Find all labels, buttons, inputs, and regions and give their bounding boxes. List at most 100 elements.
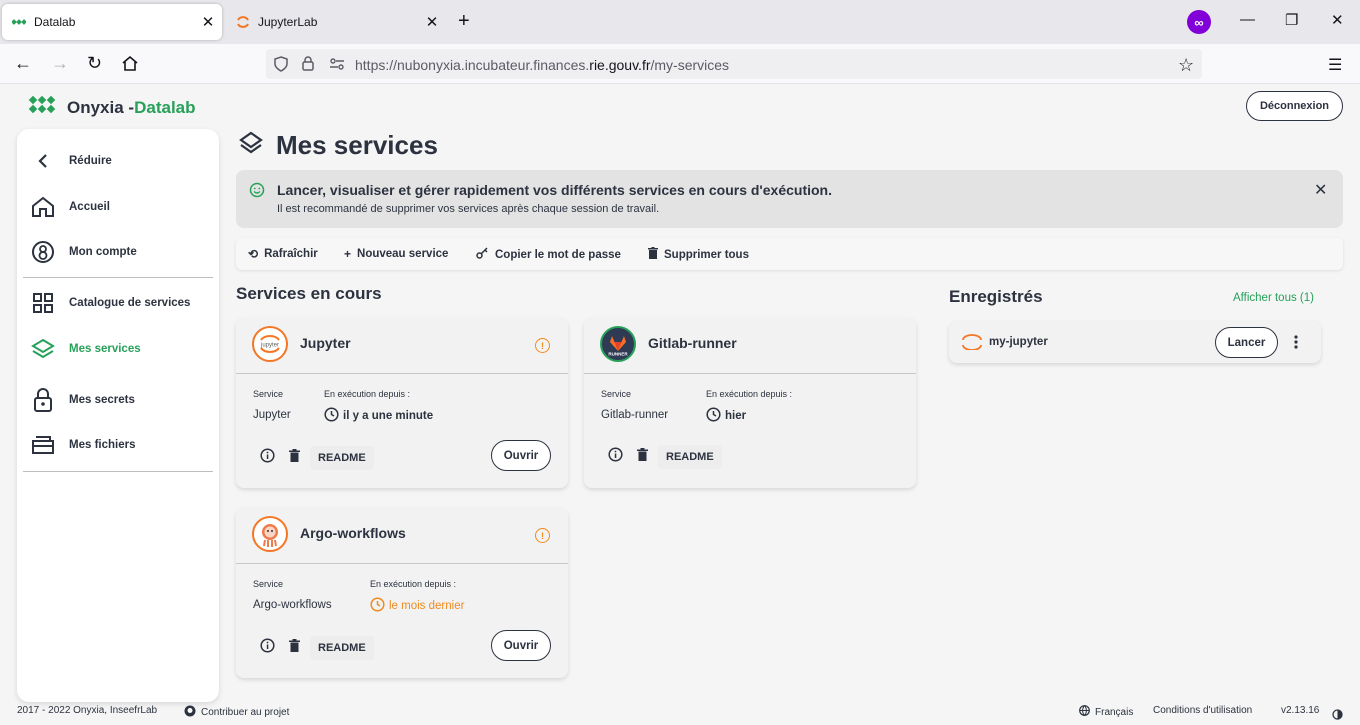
back-icon[interactable]: ← [14,53,32,74]
launch-button[interactable]: Lancer [1215,327,1278,358]
sidebar-item-my-services[interactable]: Mes services [31,334,141,364]
tab-label: Datalab [34,15,76,29]
globe-icon [1079,705,1090,719]
close-window-icon[interactable]: ✕ [1331,11,1344,29]
bookmark-star-icon[interactable]: ☆ [1178,55,1194,76]
close-tab-icon[interactable]: ✕ [418,13,446,31]
jupyter-logo-icon [961,334,983,355]
language-selector[interactable]: Français [1079,705,1133,719]
account-icon [31,240,55,264]
key-icon [476,247,489,262]
folder-icon [31,433,55,457]
tab-label: JupyterLab [258,15,318,29]
url-text[interactable]: https://nubonyxia.incubateur.finances.ri… [355,57,729,73]
github-icon [184,705,196,720]
close-banner-icon[interactable]: ✕ [1314,180,1327,200]
home-browser-icon[interactable] [121,55,139,77]
service-value: Gitlab-runner [601,409,669,421]
brand-accent: Datalab [134,97,196,117]
show-all-link[interactable]: Afficher tous (1) [1233,292,1314,304]
since-label: En exécution depuis : [706,389,793,399]
services-toolbar: ⟲ Rafraîchir + Nouveau service Copier le m… [236,238,1343,270]
tab-datalab[interactable]: Datalab ✕ [2,4,222,40]
sidebar-item-label: Accueil [69,201,110,213]
logout-button[interactable]: Déconnexion [1246,91,1343,121]
service-label: Service [601,389,632,399]
theme-toggle-icon[interactable] [1332,707,1343,725]
sidebar-item-home[interactable]: Accueil [31,192,110,222]
clock-icon [706,407,721,425]
readme-button[interactable]: README [310,636,374,660]
sidebar-item-secrets[interactable]: Mes secrets [31,385,135,415]
forward-icon[interactable]: → [51,53,69,74]
sidebar-item-label: Mon compte [69,246,137,258]
warning-icon[interactable]: ! [535,528,550,543]
contribute-link[interactable]: Contribuer au projet [184,705,289,720]
shield-icon[interactable] [273,56,289,77]
reload-icon[interactable]: ↻ [87,53,102,74]
more-options-icon[interactable] [1294,335,1298,354]
sidebar-item-catalog[interactable]: Catalogue de services [31,288,190,318]
card-actions: README [608,445,722,469]
lock-icon[interactable] [301,55,315,76]
sidebar-item-label: Réduire [69,155,112,167]
sidebar-item-account[interactable]: Mon compte [31,237,137,267]
since-label: En exécution depuis : [324,389,411,399]
new-service-button[interactable]: + Nouveau service [344,247,448,261]
trash-icon[interactable] [289,449,300,467]
page-title: Mes services [238,130,438,161]
argo-logo-icon [252,516,288,552]
info-banner: Lancer, visualiser et gérer rapidement v… [236,170,1343,228]
service-card-argo-workflows: Argo-workflows ! Service En exécution de… [236,508,568,678]
warning-icon[interactable]: ! [535,338,550,353]
card-actions: README [260,446,374,470]
private-browsing-icon[interactable]: ∞ [1187,10,1211,34]
menu-icon[interactable]: ☰ [1328,55,1342,75]
trash-icon[interactable] [289,639,300,657]
jupyter-logo-icon: jupyter [252,326,288,362]
service-name: Gitlab-runner [648,335,737,351]
open-button[interactable]: Ouvrir [491,630,551,661]
service-card-gitlab-runner: RUNNER Gitlab-runner Service En exécutio… [584,318,916,488]
sidebar-item-label: Mes secrets [69,394,135,406]
tab-jupyterlab[interactable]: JupyterLab ✕ [226,4,446,40]
refresh-button[interactable]: ⟲ Rafraîchir [248,247,318,261]
copyright-text: 2017 - 2022 Onyxia, InseefrLab [17,705,158,716]
open-button[interactable]: Ouvrir [491,440,551,471]
close-tab-icon[interactable]: ✕ [194,13,222,31]
layers-icon [31,337,55,361]
lock-icon [31,388,55,412]
page-title-text: Mes services [276,130,438,160]
readme-button[interactable]: README [310,446,374,470]
new-tab-icon[interactable]: + [458,10,470,33]
info-icon[interactable] [608,447,623,467]
readme-button[interactable]: README [658,445,722,469]
since-value: hier [706,407,746,425]
restore-icon[interactable]: ❐ [1285,11,1298,29]
app-logo[interactable]: Onyxia - Datalab [27,95,196,120]
since-label: En exécution depuis : [370,579,457,589]
trash-icon[interactable] [637,448,648,466]
service-name: Jupyter [300,335,351,351]
running-services-heading: Services en cours [236,284,382,303]
minimize-icon[interactable]: — [1240,11,1255,28]
terms-link[interactable]: Conditions d'utilisation [1153,705,1252,716]
since-value: le mois dernier [370,597,464,615]
delete-all-button[interactable]: Supprimer tous [648,247,749,262]
sidebar: Réduire Accueil Mon compte Catalogue de … [17,129,219,702]
onyxia-logo-icon [27,95,57,120]
clock-icon [370,597,385,615]
sidebar-item-label: Catalogue de services [69,297,191,309]
sidebar-item-collapse[interactable]: Réduire [31,146,112,176]
copy-password-button[interactable]: Copier le mot de passe [476,247,621,262]
info-icon[interactable] [260,448,275,468]
service-value: Argo-workflows [253,599,332,611]
sidebar-item-files[interactable]: Mes fichiers [31,430,135,460]
info-icon[interactable] [260,638,275,658]
service-label: Service [253,389,284,399]
service-card-jupyter: jupyter Jupyter ! Service En exécution d… [236,318,568,488]
jupyter-favicon-icon [236,15,250,29]
permissions-icon[interactable] [329,57,345,76]
svg-text:RUNNER: RUNNER [608,352,628,357]
saved-services-heading: Enregistrés [949,287,1043,306]
